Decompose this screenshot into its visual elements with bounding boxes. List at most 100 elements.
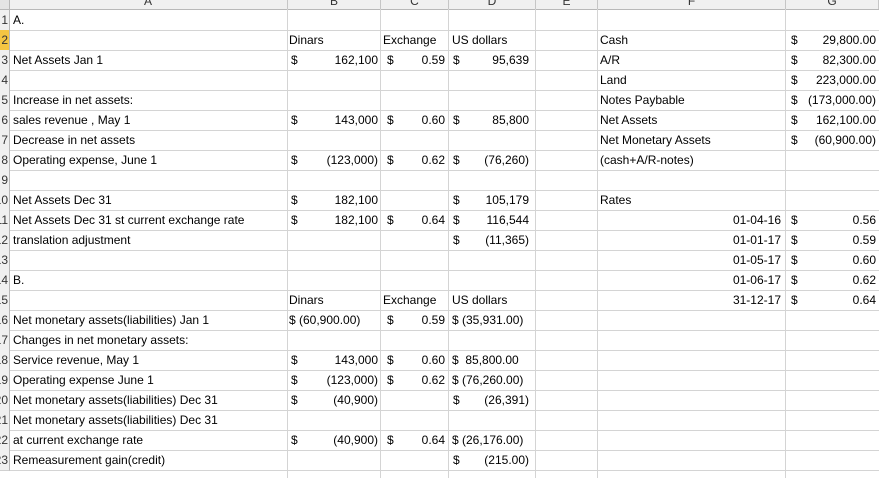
cell-d1[interactable]: $ [453,150,465,170]
cell-g2[interactable]: 0.60 [796,250,876,270]
row-header[interactable]: 9 [0,170,10,191]
cell-a[interactable]: Remeasurement gain(credit) [13,450,293,470]
column-header-a[interactable]: A [9,0,288,9]
cell-d2[interactable]: (26,391) [465,390,529,410]
row-header[interactable]: 14 [0,270,10,291]
cell-b[interactable]: Dinars [289,30,379,50]
cell-d2[interactable]: (11,365) [465,230,529,250]
cell-f2[interactable]: 31-12-17 [600,290,781,310]
row-header[interactable]: 18 [0,350,10,371]
cell-a[interactable]: Net Assets Jan 1 [13,50,293,70]
cell-d1[interactable]: $ [453,450,465,470]
cell-d[interactable]: $ (26,176.00) [452,430,535,450]
row-header[interactable]: 6 [0,110,10,131]
column-header-b[interactable]: B [288,0,381,9]
column-header-f[interactable]: F [598,0,786,9]
cell-c2[interactable]: 0.59 [401,310,445,330]
cell-b2[interactable]: 182,100 [302,210,378,230]
cell-g2[interactable]: 0.64 [796,290,876,310]
cell-a[interactable]: Net Assets Dec 31 [13,190,293,210]
cell-c1[interactable]: $ [387,430,399,450]
row-header[interactable]: 12 [0,230,10,251]
cell-c1[interactable]: $ [387,210,399,230]
row-header[interactable]: 4 [0,70,10,91]
cell-c1[interactable]: $ [387,350,399,370]
cell-b2[interactable]: (123,000) [302,150,378,170]
cell-d1[interactable]: $ [453,50,465,70]
cell-b2[interactable]: 143,000 [302,110,378,130]
cell-a[interactable]: Decrease in net assets [13,130,293,150]
row-header[interactable]: 21 [0,410,10,431]
cell-g2[interactable]: 82,300.00 [796,50,876,70]
select-all-corner[interactable] [0,0,10,9]
row-header[interactable]: 10 [0,190,10,211]
cell-f2[interactable]: 01-05-17 [600,250,781,270]
cell-c2[interactable]: 0.62 [401,150,445,170]
cell-c1[interactable]: $ [387,110,399,130]
cell-c1[interactable]: $ [387,50,399,70]
cell-a[interactable]: sales revenue , May 1 [13,110,293,130]
column-header-e[interactable]: E [536,0,598,9]
column-header-g[interactable]: G [786,0,879,9]
row-header[interactable]: 5 [0,90,10,111]
cell-d2[interactable]: 116,544 [465,210,530,230]
cell-c1[interactable]: $ [387,370,399,390]
cell-c1[interactable]: $ [387,150,399,170]
cell-d[interactable]: US dollars [452,290,535,310]
column-header-c[interactable]: C [381,0,449,9]
row-header[interactable]: 2 [0,30,10,51]
row-header[interactable]: 23 [0,450,10,471]
cell-b[interactable]: Dinars [289,290,379,310]
row-header[interactable]: 1 [0,10,10,31]
cell-g2[interactable]: 0.56 [796,210,876,230]
cell-c[interactable]: Exchange [383,290,449,310]
row-header[interactable]: 7 [0,130,10,151]
cell-g2[interactable]: 162,100.00 [796,110,876,130]
cell-d[interactable]: US dollars [452,30,535,50]
cell-b2[interactable]: 162,100 [302,50,378,70]
cell-g2[interactable]: 0.59 [796,230,876,250]
cell-d1[interactable]: $ [453,230,465,250]
cell-a[interactable]: Net monetary assets(liabilities) Dec 31 [13,390,293,410]
cell-a[interactable]: at current exchange rate [13,430,293,450]
row-header[interactable]: 11 [0,210,10,231]
cell-f[interactable]: Cash [600,30,786,50]
cell-f[interactable]: Land [600,70,786,90]
column-header-d[interactable]: D [449,0,536,9]
row-header[interactable]: 13 [0,250,10,271]
cell-d2[interactable]: (215.00) [465,450,529,470]
cell-d2[interactable]: 95,639 [465,50,529,70]
cell-g2[interactable]: 0.62 [796,270,876,290]
cell-f[interactable]: A/R [600,50,786,70]
cell-f2[interactable]: 01-04-16 [600,210,781,230]
row-header[interactable]: 17 [0,330,10,351]
cell-f[interactable]: Notes Paybable [600,90,786,110]
cell-b[interactable]: $ (60,900.00) [289,310,379,330]
cell-c[interactable]: Exchange [383,30,449,50]
cell-g2[interactable]: (60,900.00) [796,130,876,150]
cell-a[interactable]: Net monetary assets(liabilities) Jan 1 [13,310,293,330]
cell-a[interactable]: Operating expense June 1 [13,370,293,390]
cell-c2[interactable]: 0.59 [401,50,445,70]
cell-d2[interactable]: 85,800 [465,110,529,130]
cell-d1[interactable]: $ [453,210,465,230]
cell-g2[interactable]: 223,000.00 [796,70,876,90]
cell-f2[interactable]: 01-06-17 [600,270,781,290]
cell-c2[interactable]: 0.60 [401,350,445,370]
row-header[interactable]: 8 [0,150,10,171]
cell-d[interactable]: $ (76,260.00) [452,370,535,390]
cell-a[interactable]: Net monetary assets(liabilities) Dec 31 [13,410,293,430]
cell-g2[interactable]: 29,800.00 [796,30,876,50]
cell-a[interactable]: Net Assets Dec 31 st current exchange ra… [13,210,293,230]
cell-a[interactable]: A. [13,10,293,30]
cell-b2[interactable]: 182,100 [302,190,378,210]
cell-d2[interactable]: 105,179 [465,190,529,210]
cell-c2[interactable]: 0.62 [401,370,445,390]
cell-f[interactable]: Net Assets [600,110,786,130]
cell-a[interactable]: translation adjustment [13,230,293,250]
cell-a[interactable]: Increase in net assets: [13,90,293,110]
cell-d1[interactable]: $ [453,110,465,130]
cell-d[interactable]: $ 85,800.00 [452,350,535,370]
cell-c1[interactable]: $ [387,310,399,330]
cell-c2[interactable]: 0.64 [401,210,445,230]
